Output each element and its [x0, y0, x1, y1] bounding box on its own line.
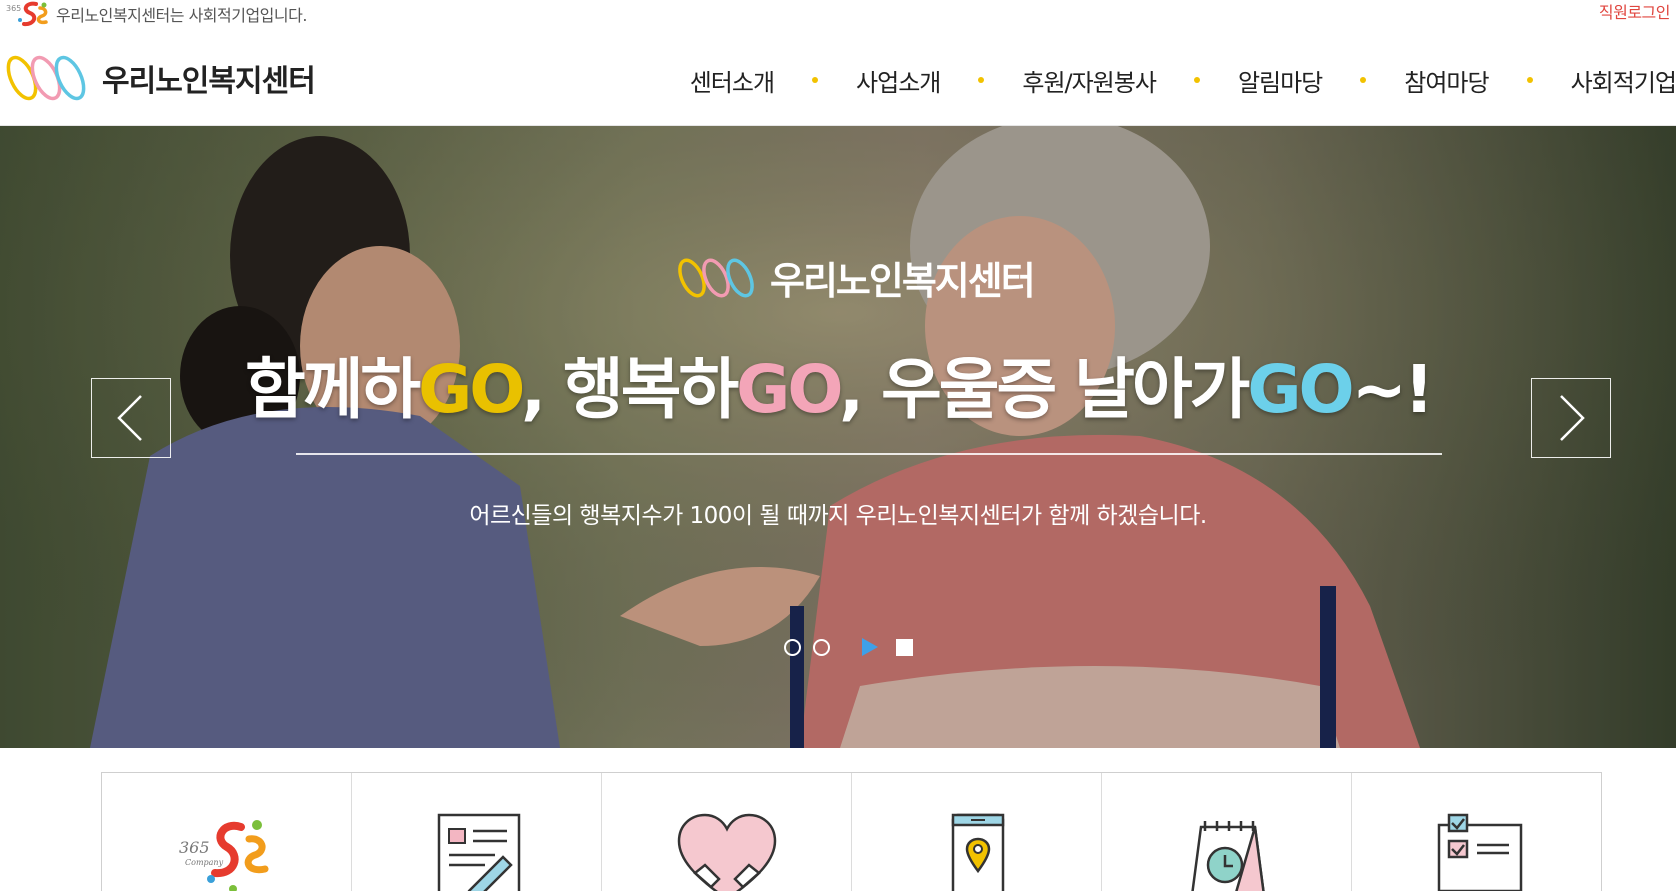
headline-go-cyan: GO	[1247, 351, 1354, 428]
quick-menu-item-directions[interactable]	[852, 773, 1102, 891]
quick-menu-item-application[interactable]	[352, 773, 602, 891]
hero-logo-text: 우리노인복지센터	[770, 259, 1036, 303]
hero-divider	[296, 453, 1442, 455]
play-icon[interactable]	[860, 636, 880, 658]
brand-home-link[interactable]: 우리노인복지센터	[0, 50, 316, 106]
headline-go-pink: GO	[736, 351, 842, 428]
nav-item-social-enterprise[interactable]: 사회적기업	[1571, 63, 1676, 98]
stop-icon[interactable]	[896, 638, 913, 656]
svg-text:365: 365	[6, 4, 21, 13]
hero-brand-logo-icon	[678, 258, 754, 297]
slider-next-button[interactable]	[1531, 378, 1611, 458]
social-enterprise-mini-logo-icon: 365	[6, 1, 48, 27]
social-enterprise-notice: 365 우리노인복지센터는 사회적기업입니다.	[6, 0, 307, 28]
hero-subline: 어르신들의 행복지수가 100이 될 때까지 우리노인복지센터가 함께 하겠습니…	[469, 503, 1207, 529]
slider-prev-button[interactable]	[91, 378, 171, 458]
headline-go-yellow: GO	[418, 351, 524, 428]
svg-text:Company: Company	[185, 858, 224, 867]
nav-separator-dot	[978, 77, 985, 83]
notice-text: 우리노인복지센터는 사회적기업입니다.	[56, 6, 307, 25]
headline-part: , 행복하	[520, 351, 739, 428]
hero-headline: 함께하GO, 행복하GO, 우울증 날아가GO~!	[0, 336, 1676, 432]
nav-item-business[interactable]: 사업소개	[856, 63, 941, 98]
nav-separator-dot	[812, 77, 819, 83]
quick-menu-item-schedule[interactable]	[1102, 773, 1352, 891]
nav-item-participation[interactable]: 참여마당	[1404, 63, 1489, 98]
nav-separator-dot	[1526, 77, 1533, 83]
headline-part: ~!	[1351, 351, 1434, 428]
chevron-right-icon	[1560, 395, 1585, 441]
svg-text:365: 365	[179, 838, 210, 857]
brand-logo-icon	[6, 55, 86, 101]
social-enterprise-logo-icon: 365 Company	[179, 820, 268, 891]
document-pen-icon	[437, 813, 520, 891]
quick-menu: 365 Company	[101, 772, 1602, 891]
nav-item-notice[interactable]: 알림마당	[1238, 63, 1323, 98]
heart-hands-icon	[677, 813, 776, 891]
headline-part: , 우울증 날아가	[839, 351, 1250, 428]
nav-item-center-intro[interactable]: 센터소개	[690, 63, 775, 98]
hero-slider: 우리노인복지센터 함께하GO, 행복하GO, 우울증 날아가GO~! 어르신들의…	[0, 126, 1676, 748]
checklist-board-icon	[1437, 813, 1522, 891]
slider-pager	[784, 636, 913, 658]
quick-menu-item-social-enterprise[interactable]: 365 Company	[102, 773, 352, 891]
slide-indicator-2[interactable]	[813, 638, 830, 656]
main-nav: 센터소개 사업소개 후원/자원봉사 알림마당 참여마당 사회적기업	[690, 58, 1676, 102]
quick-menu-item-sponsorship[interactable]	[602, 773, 852, 891]
chevron-left-icon	[117, 395, 142, 441]
headline-part: 함께하	[244, 351, 421, 428]
phone-location-icon	[951, 813, 1004, 891]
hero-logo: 우리노인복지센터	[668, 250, 1036, 305]
quick-menu-item-checklist[interactable]	[1352, 773, 1601, 891]
slide-indicator-1[interactable]	[784, 638, 801, 656]
site-header: 우리노인복지센터 센터소개 사업소개 후원/자원봉사 알림마당 참여마당 사회적…	[0, 28, 1676, 126]
top-bar: 365 우리노인복지센터는 사회적기업입니다. 직원로그인	[0, 0, 1676, 28]
brand-name: 우리노인복지센터	[102, 64, 316, 99]
staff-login-link[interactable]: 직원로그인	[1599, 0, 1671, 26]
calendar-clock-icon	[1190, 821, 1265, 891]
nav-separator-dot	[1193, 77, 1200, 83]
nav-separator-dot	[1360, 77, 1367, 83]
nav-item-sponsor-volunteer[interactable]: 후원/자원봉사	[1022, 63, 1157, 98]
